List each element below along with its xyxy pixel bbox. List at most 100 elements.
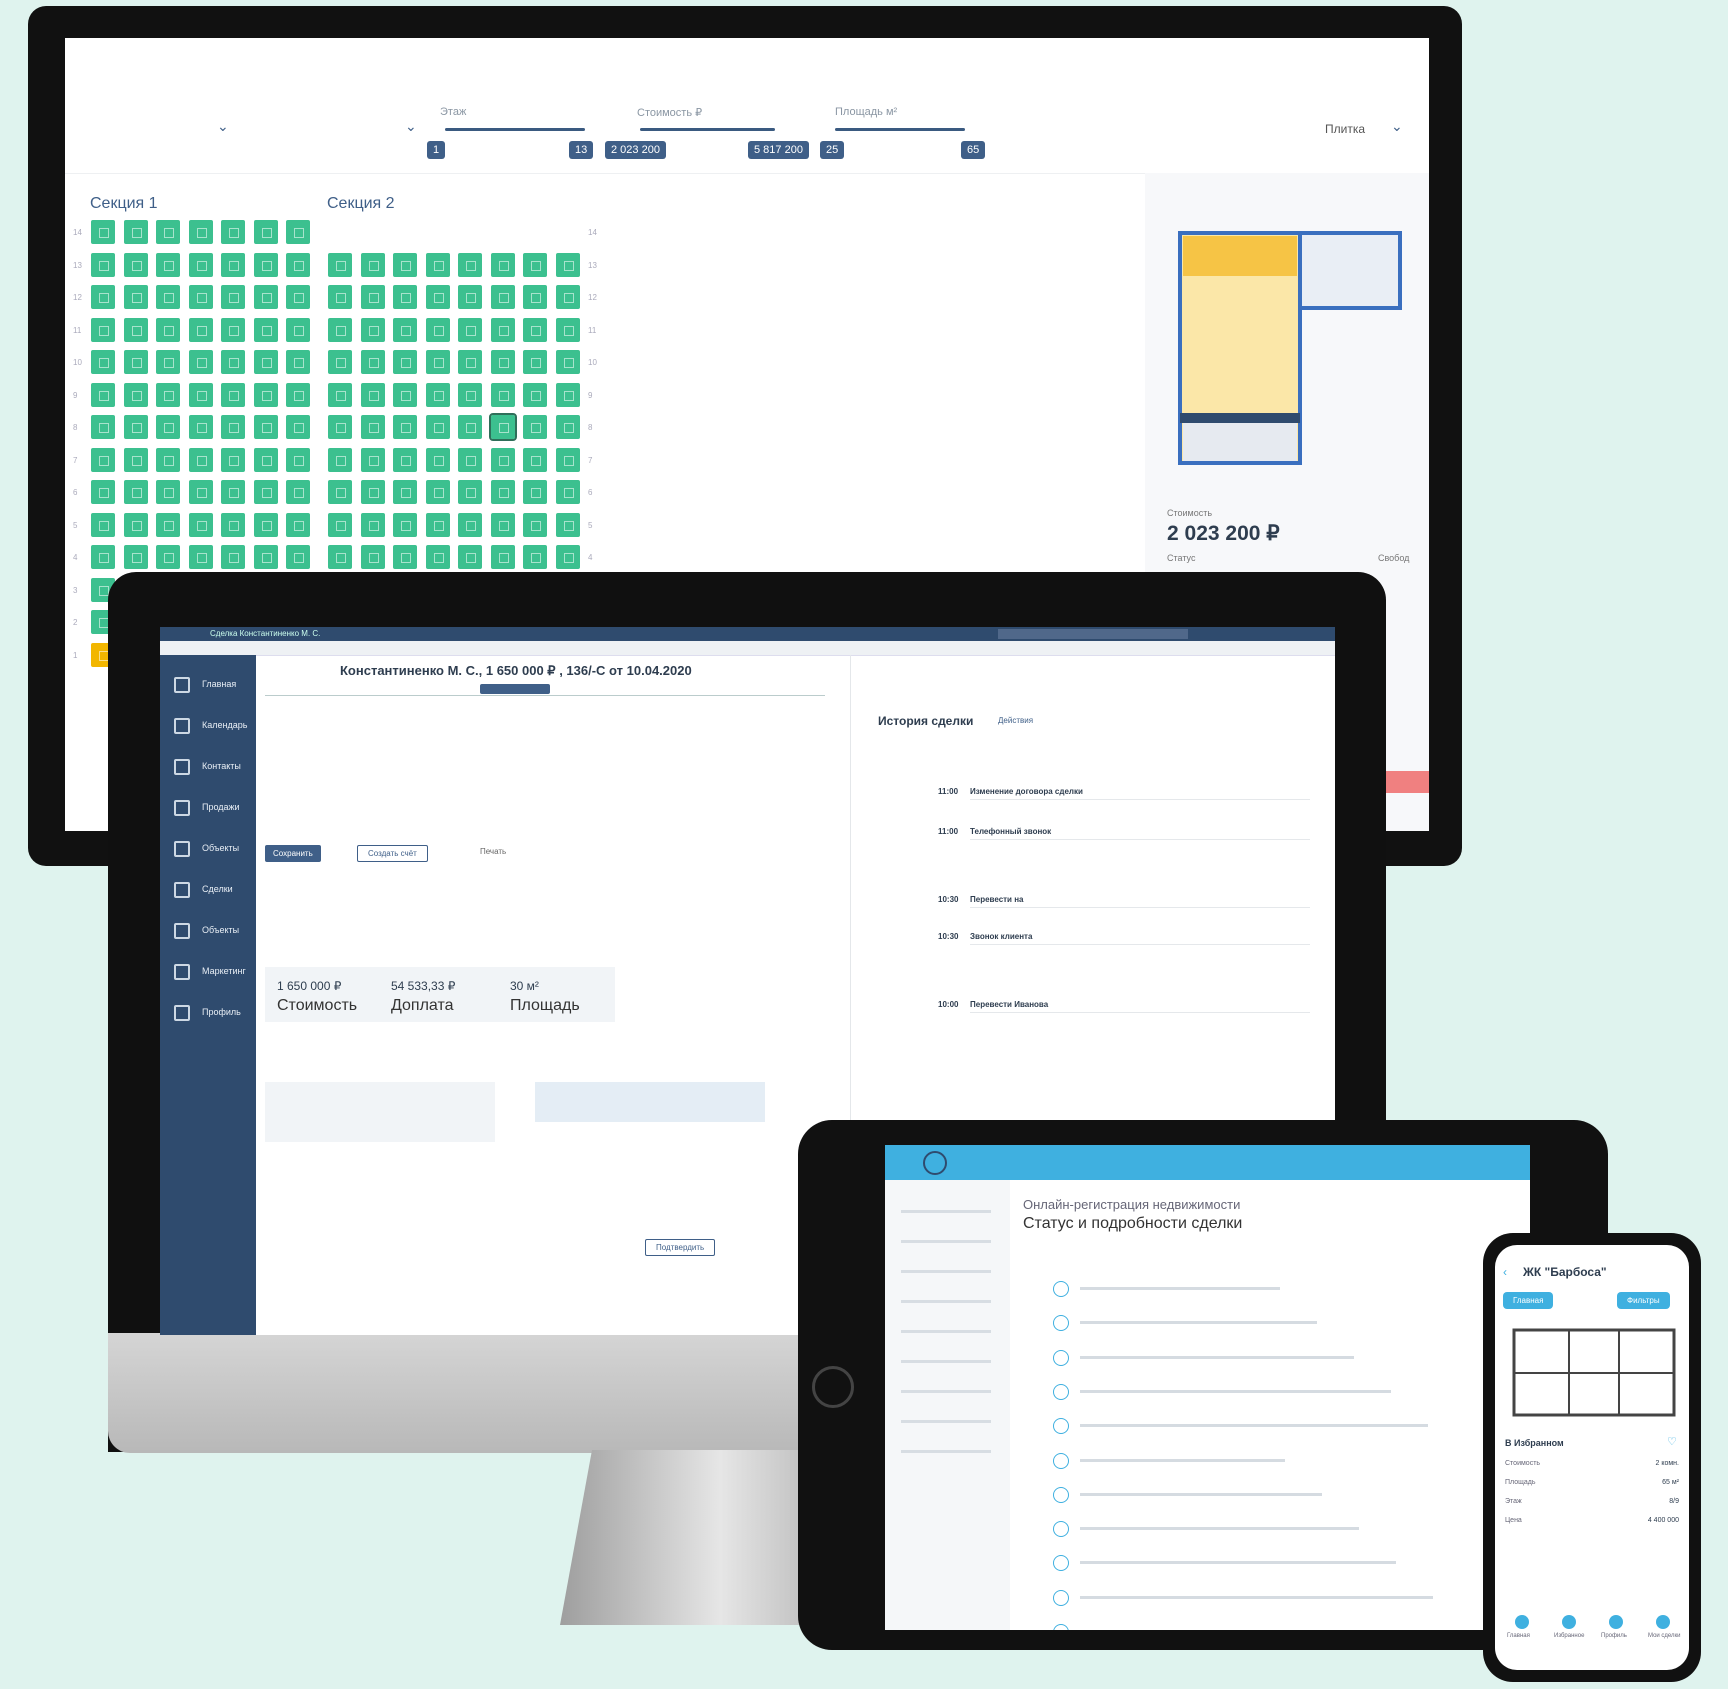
apartment-cell[interactable] <box>458 415 482 439</box>
apartment-cell[interactable] <box>253 317 278 342</box>
apartment-cell[interactable] <box>188 220 213 244</box>
apartment-cell[interactable] <box>286 447 310 472</box>
heart-icon[interactable]: ♡ <box>1667 1435 1677 1448</box>
sidebar-item[interactable]: Объекты <box>160 915 256 951</box>
apartment-cell[interactable] <box>286 512 310 537</box>
apartment-cell[interactable] <box>253 382 278 407</box>
apartment-cell[interactable] <box>286 382 310 407</box>
apartment-cell[interactable] <box>188 285 213 309</box>
apartment-cell[interactable] <box>123 415 148 439</box>
apartment-cell[interactable] <box>221 447 245 472</box>
apartment-cell[interactable] <box>393 285 417 309</box>
apartment-cell[interactable] <box>253 252 278 277</box>
apartment-cell[interactable] <box>156 285 180 309</box>
apartment-cell[interactable] <box>523 317 547 342</box>
apartment-cell[interactable] <box>91 512 115 537</box>
tab-label[interactable]: Мои сделки <box>1648 1633 1681 1639</box>
sidebar-item[interactable] <box>901 1420 991 1423</box>
apartment-cell[interactable] <box>328 415 352 439</box>
apartment-cell[interactable] <box>458 350 482 374</box>
apartment-cell[interactable] <box>393 545 417 569</box>
chevron-down-icon[interactable]: ⌄ <box>1391 118 1403 135</box>
apartment-cell[interactable] <box>253 512 278 537</box>
apartment-cell[interactable] <box>523 382 547 407</box>
apartment-cell[interactable] <box>523 252 547 277</box>
sidebar-item[interactable]: Продажи <box>160 792 256 828</box>
view-select[interactable]: Плитка <box>1325 122 1365 136</box>
apartment-cell[interactable] <box>253 350 278 374</box>
apartment-cell[interactable] <box>393 447 417 472</box>
apartment-cell[interactable] <box>253 545 278 569</box>
apartment-cell[interactable] <box>523 512 547 537</box>
apartment-cell[interactable] <box>360 285 385 309</box>
apartment-cell[interactable] <box>425 545 450 569</box>
save-button[interactable]: Сохранить <box>265 845 321 862</box>
apartment-cell[interactable] <box>360 252 385 277</box>
area-min-value[interactable]: 25 <box>820 141 845 159</box>
apartment-cell[interactable] <box>458 447 482 472</box>
tablet-home-button[interactable] <box>812 1366 854 1408</box>
apartment-cell[interactable] <box>458 512 482 537</box>
area-range-track[interactable] <box>835 128 965 131</box>
apartment-cell[interactable] <box>458 317 482 342</box>
apartment-cell[interactable] <box>555 350 580 374</box>
apartment-cell[interactable] <box>221 285 245 309</box>
apartment-cell[interactable] <box>328 382 352 407</box>
apartment-cell[interactable] <box>490 350 515 374</box>
apartment-cell[interactable] <box>123 317 148 342</box>
apartment-cell[interactable] <box>425 317 450 342</box>
apartment-cell[interactable] <box>490 252 515 277</box>
apartment-cell[interactable] <box>286 220 310 244</box>
apartment-cell[interactable] <box>156 350 180 374</box>
apartment-cell[interactable] <box>458 252 482 277</box>
apartment-cell[interactable] <box>555 382 580 407</box>
apartment-cell[interactable] <box>156 317 180 342</box>
sidebar-item[interactable] <box>901 1390 991 1393</box>
apartment-cell[interactable] <box>523 285 547 309</box>
sidebar-item[interactable]: Сделки <box>160 874 256 910</box>
apartment-cell[interactable] <box>425 447 450 472</box>
apartment-cell[interactable] <box>425 252 450 277</box>
sidebar-item[interactable] <box>901 1450 991 1453</box>
sidebar-item[interactable] <box>901 1360 991 1363</box>
apartment-cell[interactable] <box>458 545 482 569</box>
apartment-cell[interactable] <box>328 252 352 277</box>
apartment-cell[interactable] <box>555 252 580 277</box>
confirm-button[interactable]: Подтвердить <box>645 1239 716 1256</box>
apartment-cell[interactable] <box>425 480 450 504</box>
apartment-cell[interactable] <box>156 415 180 439</box>
apartment-cell[interactable] <box>123 285 148 309</box>
apartment-cell[interactable] <box>123 350 148 374</box>
create-invoice-button[interactable]: Создать счёт <box>357 845 428 862</box>
apartment-cell[interactable] <box>253 285 278 309</box>
apartment-cell[interactable] <box>91 220 115 244</box>
heart-icon[interactable] <box>1562 1615 1576 1629</box>
tab-label[interactable]: Избранное <box>1554 1633 1584 1639</box>
apartment-cell[interactable] <box>156 252 180 277</box>
apartment-cell[interactable] <box>393 480 417 504</box>
apartment-cell[interactable] <box>188 512 213 537</box>
apartment-cell[interactable] <box>490 480 515 504</box>
apartment-cell[interactable] <box>91 252 115 277</box>
apartment-cell[interactable] <box>286 252 310 277</box>
print-button[interactable]: Печать <box>480 847 506 856</box>
apartment-cell[interactable] <box>188 252 213 277</box>
apartment-cell[interactable] <box>425 512 450 537</box>
apartment-cell[interactable] <box>156 545 180 569</box>
apartment-cell[interactable] <box>393 350 417 374</box>
apartment-cell[interactable] <box>188 317 213 342</box>
search-input[interactable] <box>998 629 1188 639</box>
apartment-cell[interactable] <box>490 545 515 569</box>
apartment-cell[interactable] <box>253 220 278 244</box>
apartment-cell[interactable] <box>393 317 417 342</box>
apartment-cell[interactable] <box>360 480 385 504</box>
apartment-cell[interactable] <box>156 512 180 537</box>
apartment-cell[interactable] <box>488 413 517 441</box>
history-filter[interactable]: Действия <box>998 716 1033 725</box>
apartment-cell[interactable] <box>523 415 547 439</box>
sidebar-item[interactable] <box>901 1330 991 1333</box>
apartment-cell[interactable] <box>91 382 115 407</box>
sidebar-item[interactable] <box>901 1240 991 1243</box>
apartment-cell[interactable] <box>91 480 115 504</box>
apartment-cell[interactable] <box>188 545 213 569</box>
